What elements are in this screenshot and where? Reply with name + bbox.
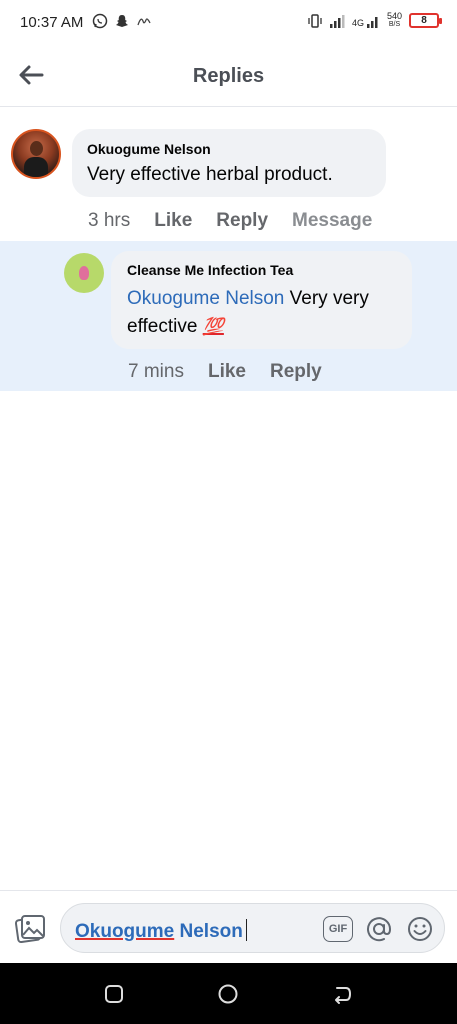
system-nav-bar xyxy=(0,963,457,1024)
avatar[interactable] xyxy=(64,253,104,293)
speed-value: 540 xyxy=(386,11,402,21)
back-icon xyxy=(335,987,351,1004)
comment-composer: Okuogume Nelson GIF xyxy=(0,890,457,963)
at-sign-icon xyxy=(367,917,392,942)
network-type: 4G xyxy=(351,17,364,28)
header-bar: Replies xyxy=(0,44,457,107)
comment-input[interactable]: Okuogume Nelson GIF xyxy=(60,903,445,953)
notification-icons xyxy=(92,13,152,29)
mention-last-name: Nelson xyxy=(174,921,243,942)
signal-icon xyxy=(329,14,345,28)
comment: Okuogume Nelson Very effective herbal pr… xyxy=(0,107,457,241)
reply-bubble[interactable]: Cleanse Me Infection Tea Okuogume Nelson… xyxy=(111,251,412,349)
recent-apps-icon xyxy=(105,985,123,1003)
comment-input-value[interactable]: Okuogume Nelson xyxy=(75,919,247,943)
status-bar: 10:37 AM 4G 540 B/S 8 xyxy=(0,0,457,44)
signature-icon xyxy=(137,18,151,26)
reply-comment: Cleanse Me Infection Tea Okuogume Nelson… xyxy=(0,241,457,391)
system-indicators: 4G 540 B/S 8 xyxy=(308,12,442,29)
like-button[interactable]: Like xyxy=(208,361,246,383)
emoji-button[interactable] xyxy=(405,914,435,944)
mention-link[interactable]: Okuogume Nelson xyxy=(127,288,284,309)
page-title: Replies xyxy=(192,65,265,87)
home-icon xyxy=(218,984,238,1004)
mention-first-name: Okuogume xyxy=(75,921,175,942)
reply-author[interactable]: Cleanse Me Infection Tea xyxy=(127,262,396,278)
comment-text: Very effective herbal product. xyxy=(87,164,333,185)
gif-button[interactable]: GIF xyxy=(323,916,353,942)
signal-icon-2 xyxy=(366,16,378,28)
comment-author[interactable]: Okuogume Nelson xyxy=(87,141,371,157)
smiley-icon xyxy=(408,917,432,941)
back-nav-button[interactable] xyxy=(331,983,353,1005)
photo-icon xyxy=(14,915,45,944)
photo-button[interactable] xyxy=(13,912,47,946)
home-button[interactable] xyxy=(217,983,239,1005)
battery-level: 8 xyxy=(421,15,427,26)
recent-apps-button[interactable] xyxy=(103,983,125,1005)
avatar[interactable] xyxy=(11,129,61,179)
hundred-emoji: 💯 xyxy=(202,317,224,336)
mention-button[interactable] xyxy=(364,914,394,944)
comment-bubble[interactable]: Okuogume Nelson Very effective herbal pr… xyxy=(72,129,386,197)
battery-indicator: 8 xyxy=(409,13,442,28)
snapchat-icon xyxy=(116,15,128,27)
status-time: 10:37 AM xyxy=(20,14,84,31)
reply-actions: 7 mins Like Reply xyxy=(128,361,322,383)
comment-time: 3 hrs xyxy=(88,210,131,231)
speed-unit: B/S xyxy=(388,21,401,28)
reply-button[interactable]: Reply xyxy=(270,361,322,383)
reply-time: 7 mins xyxy=(128,361,184,382)
reply-text: Okuogume Nelson Very very effective 💯 xyxy=(127,285,396,341)
vibrate-icon xyxy=(308,13,322,28)
signal-4g: 4G xyxy=(352,14,380,28)
comment-actions: 3 hrs Like Reply Message xyxy=(88,210,372,232)
like-button[interactable]: Like xyxy=(154,210,192,232)
reply-button[interactable]: Reply xyxy=(216,210,268,232)
whatsapp-icon xyxy=(92,13,108,29)
message-button[interactable]: Message xyxy=(292,210,372,232)
text-cursor xyxy=(245,919,247,941)
data-speed: 540 B/S xyxy=(387,12,402,29)
